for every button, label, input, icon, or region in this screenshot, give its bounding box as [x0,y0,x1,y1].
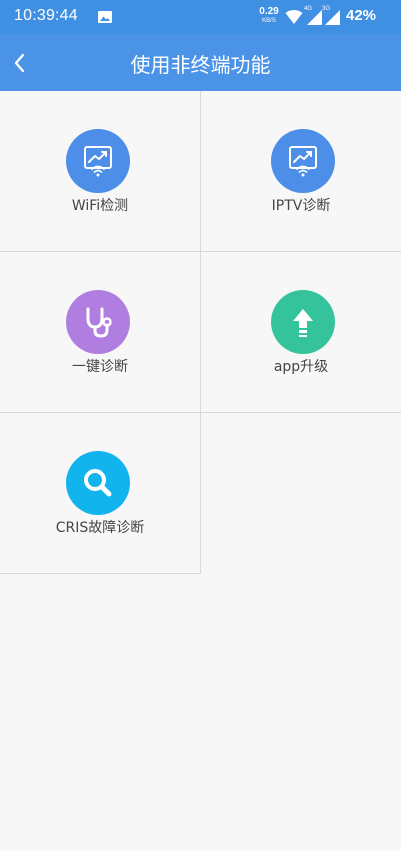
wifi-signal-icon [285,10,303,24]
page-title: 使用非终端功能 [130,53,271,77]
network-speed-unit: KB/S [262,18,276,24]
tile-label: 一键诊断 [72,359,128,375]
tile-cris-diagnosis[interactable]: CRIS故障诊断 [0,413,201,574]
battery-level: 42% [346,7,377,24]
chevron-left-icon [14,53,25,73]
upload-arrow-icon [271,290,335,354]
tile-label: CRIS故障诊断 [55,520,145,536]
tile-label: app升级 [273,359,329,375]
image-notification-icon [98,11,112,23]
wifi-chart-icon [66,129,130,193]
back-button[interactable] [4,46,34,80]
status-bar: 10:39:44 0.29 KB/S 4G 3G 42% [0,0,401,34]
wifi-chart-icon [271,129,335,193]
stethoscope-icon [66,290,130,354]
tile-wifi-check[interactable]: WiFi检测 [0,91,201,252]
cell-signal-icon [307,10,322,25]
tile-one-key-diagnosis[interactable]: 一键诊断 [0,252,201,413]
tile-label: WiFi检测 [71,198,129,214]
tile-iptv-diagnosis[interactable]: IPTV诊断 [201,91,401,252]
app-bar: 使用非终端功能 [0,34,401,91]
status-time: 10:39:44 [14,7,78,24]
tile-app-upgrade[interactable]: app升级 [201,252,401,413]
search-icon [66,451,130,515]
network-speed-value: 0.29 [259,6,279,17]
tile-label: IPTV诊断 [271,198,331,214]
network-speed: 0.29 KB/S [254,6,284,25]
cell-signal-icon-2 [325,10,340,25]
